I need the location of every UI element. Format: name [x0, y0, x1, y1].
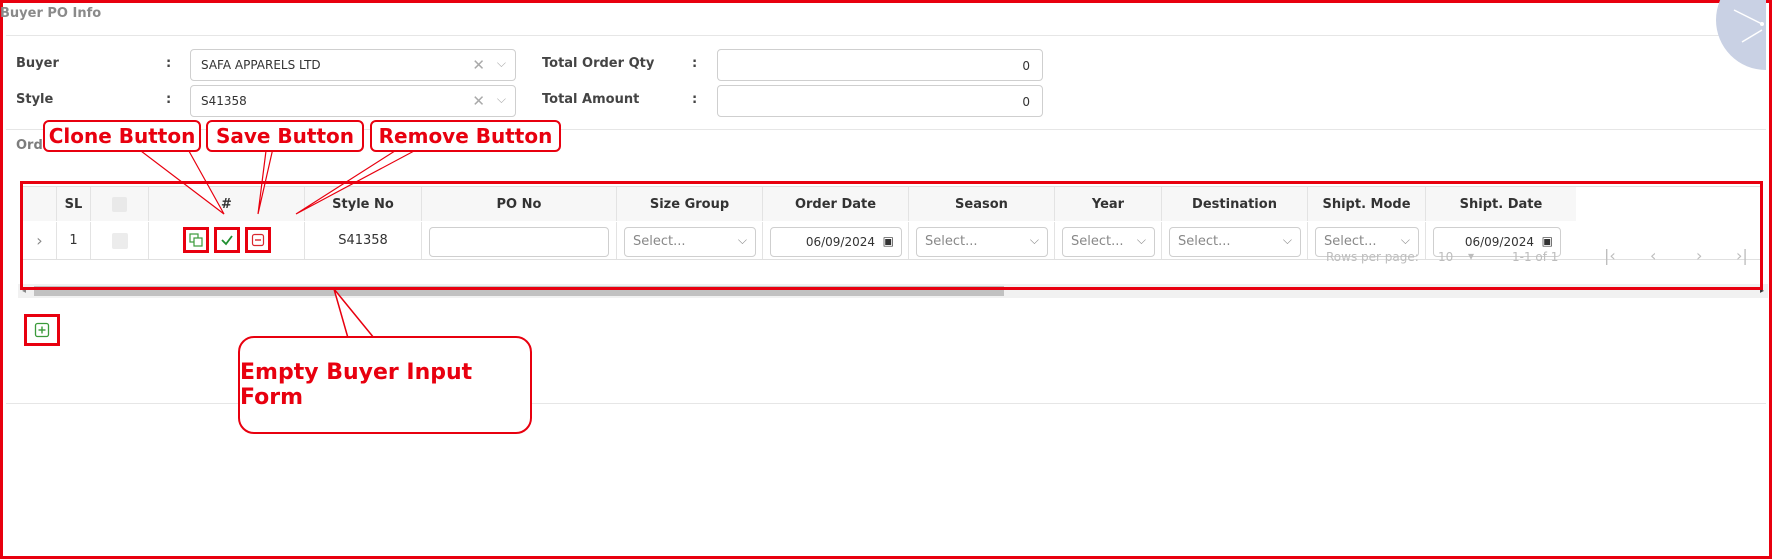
remove-callout: Remove Button: [370, 120, 561, 152]
empty-form-callout: Empty Buyer Input Form: [238, 336, 532, 434]
clone-callout: Clone Button: [43, 120, 201, 152]
save-callout: Save Button: [206, 120, 364, 152]
table-highlight-box: [20, 181, 1763, 290]
